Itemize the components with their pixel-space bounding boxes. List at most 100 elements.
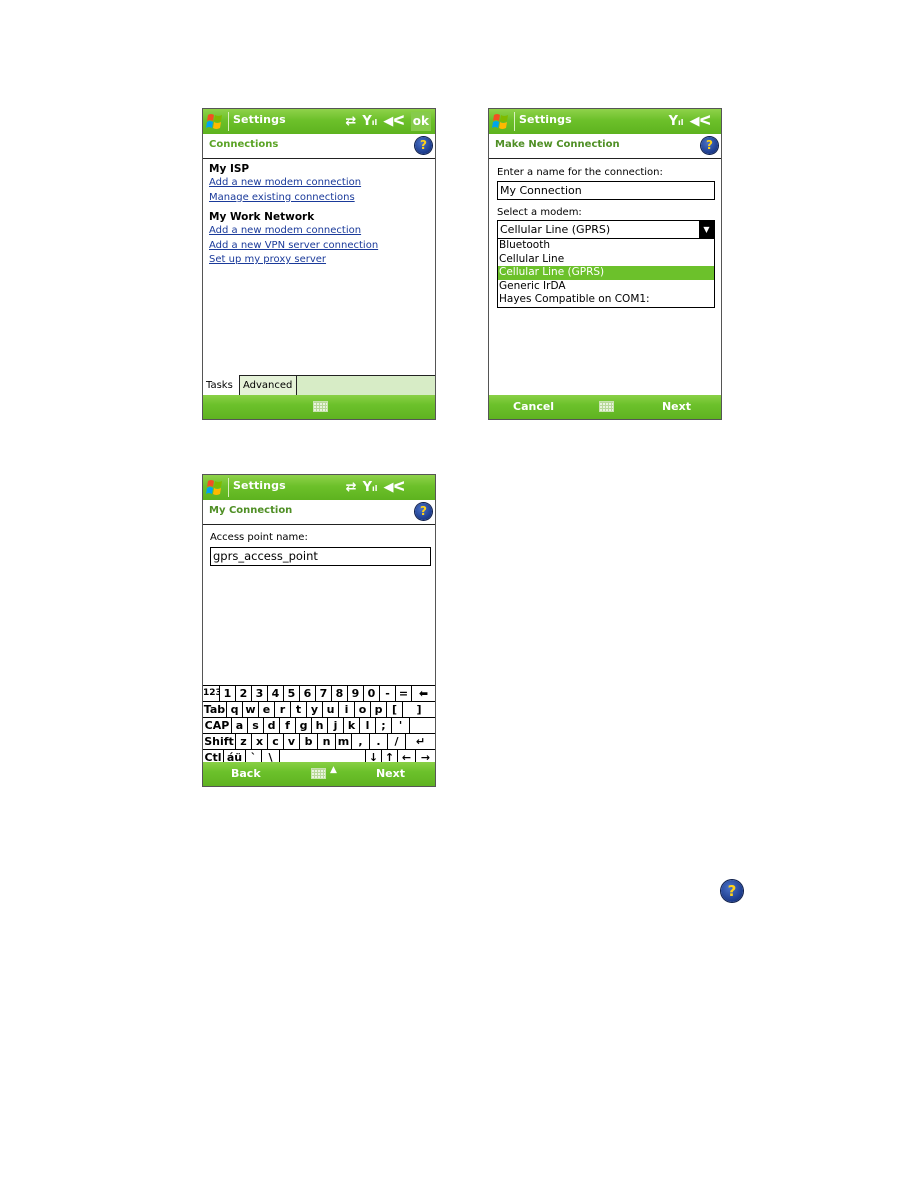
key-u[interactable]: u — [323, 702, 339, 717]
key-2[interactable]: 2 — [236, 686, 252, 701]
key-6[interactable]: 6 — [300, 686, 316, 701]
sync-icon[interactable]: ⇄ — [346, 480, 357, 495]
windows-start-icon[interactable] — [491, 112, 511, 131]
signal-icon[interactable]: Yıl — [363, 480, 378, 495]
tab-advanced[interactable]: Advanced — [239, 375, 297, 396]
help-icon[interactable]: ? — [701, 137, 718, 154]
help-icon: ? — [721, 880, 743, 902]
key-v[interactable]: v — [284, 734, 300, 749]
key-l[interactable]: l — [360, 718, 376, 733]
key-left-bracket[interactable]: [ — [387, 702, 403, 717]
key-blank[interactable] — [410, 718, 435, 733]
keyboard-row-shift: Shift z x c v b n m , . / ↵ — [203, 734, 435, 750]
key-123[interactable]: 123 — [203, 686, 220, 701]
cancel-button[interactable]: Cancel — [513, 400, 554, 413]
key-n[interactable]: n — [318, 734, 336, 749]
key-p[interactable]: p — [371, 702, 387, 717]
help-icon[interactable]: ? — [415, 137, 432, 154]
key-caps[interactable]: CAP — [203, 718, 232, 733]
key-apostrophe[interactable]: ' — [392, 718, 410, 733]
key-i[interactable]: i — [339, 702, 355, 717]
key-w[interactable]: w — [243, 702, 259, 717]
key-t[interactable]: t — [291, 702, 307, 717]
key-shift[interactable]: Shift — [203, 734, 236, 749]
key-tab[interactable]: Tab — [203, 702, 227, 717]
tab-tasks[interactable]: Tasks — [203, 375, 239, 396]
key-0[interactable]: 0 — [364, 686, 380, 701]
link-add-vpn[interactable]: Add a new VPN server connection — [209, 239, 435, 254]
modem-option-hayes-com1[interactable]: Hayes Compatible on COM1: — [498, 293, 714, 307]
modem-option-cellular-line[interactable]: Cellular Line — [498, 253, 714, 267]
key-7[interactable]: 7 — [316, 686, 332, 701]
title-bar: Settings ⇄ Yıl ◀ᐸ — [203, 475, 435, 500]
key-q[interactable]: q — [227, 702, 243, 717]
key-c[interactable]: c — [268, 734, 284, 749]
key-j[interactable]: j — [328, 718, 344, 733]
keyboard-row-numbers: 123 1 2 3 4 5 6 7 8 9 0 - = ⬅ — [203, 686, 435, 702]
key-period[interactable]: . — [370, 734, 388, 749]
volume-icon[interactable]: ◀ᐸ — [689, 114, 711, 129]
key-z[interactable]: z — [236, 734, 252, 749]
volume-icon[interactable]: ◀ᐸ — [383, 114, 405, 129]
windows-start-icon[interactable] — [205, 478, 225, 497]
key-e[interactable]: e — [259, 702, 275, 717]
key-x[interactable]: x — [252, 734, 268, 749]
windows-start-icon[interactable] — [205, 112, 225, 131]
link-add-modem-isp[interactable]: Add a new modem connection — [209, 176, 435, 191]
key-comma[interactable]: , — [352, 734, 370, 749]
sync-icon[interactable]: ⇄ — [345, 114, 356, 129]
link-proxy-server[interactable]: Set up my proxy server — [209, 253, 435, 268]
modem-option-cellular-gprs[interactable]: Cellular Line (GPRS) — [498, 266, 714, 280]
page-title: Connections — [209, 139, 279, 150]
page-title: My Connection — [209, 505, 293, 516]
signal-icon[interactable]: Yıl — [362, 114, 377, 129]
window-title: Settings — [519, 113, 572, 126]
modem-select[interactable]: Cellular Line (GPRS) ▼ — [497, 220, 715, 239]
link-manage-connections[interactable]: Manage existing connections — [209, 191, 435, 206]
link-add-modem-work[interactable]: Add a new modem connection — [209, 224, 435, 239]
key-f[interactable]: f — [280, 718, 296, 733]
next-button[interactable]: Next — [376, 767, 405, 780]
key-b[interactable]: b — [300, 734, 318, 749]
keyboard-icon[interactable] — [311, 768, 326, 779]
key-8[interactable]: 8 — [332, 686, 348, 701]
back-button[interactable]: Back — [231, 767, 261, 780]
signal-icon[interactable]: Yıl — [669, 114, 684, 129]
input-menu-arrow-icon[interactable]: ▲ — [330, 765, 337, 775]
key-3[interactable]: 3 — [252, 686, 268, 701]
modem-option-generic-irda[interactable]: Generic IrDA — [498, 280, 714, 294]
key-semicolon[interactable]: ; — [376, 718, 392, 733]
key-1[interactable]: 1 — [220, 686, 236, 701]
key-equals[interactable]: = — [396, 686, 412, 701]
key-y[interactable]: y — [307, 702, 323, 717]
key-o[interactable]: o — [355, 702, 371, 717]
ok-button[interactable]: ok — [410, 112, 431, 131]
key-d[interactable]: d — [264, 718, 280, 733]
connection-name-input[interactable]: My Connection — [497, 181, 715, 200]
keyboard-icon[interactable] — [313, 401, 328, 412]
key-a[interactable]: a — [232, 718, 248, 733]
key-g[interactable]: g — [296, 718, 312, 733]
key-enter[interactable]: ↵ — [406, 734, 435, 749]
keyboard-icon[interactable] — [599, 401, 614, 412]
modem-option-bluetooth[interactable]: Bluetooth — [498, 239, 714, 253]
dropdown-arrow-icon[interactable]: ▼ — [699, 221, 714, 238]
key-m[interactable]: m — [336, 734, 352, 749]
help-icon[interactable]: ? — [415, 503, 432, 520]
page-header: Connections ? — [203, 134, 435, 159]
key-right-bracket[interactable]: ] — [403, 702, 435, 717]
key-5[interactable]: 5 — [284, 686, 300, 701]
key-h[interactable]: h — [312, 718, 328, 733]
key-4[interactable]: 4 — [268, 686, 284, 701]
key-s[interactable]: s — [248, 718, 264, 733]
apn-input[interactable]: gprs_access_point — [210, 547, 431, 566]
key-backspace[interactable]: ⬅ — [412, 686, 435, 701]
key-minus[interactable]: - — [380, 686, 396, 701]
key-k[interactable]: k — [344, 718, 360, 733]
volume-icon[interactable]: ◀ᐸ — [383, 480, 405, 495]
key-9[interactable]: 9 — [348, 686, 364, 701]
next-button[interactable]: Next — [662, 400, 691, 413]
tab-bar: Tasks Advanced — [203, 375, 435, 397]
key-slash[interactable]: / — [388, 734, 406, 749]
key-r[interactable]: r — [275, 702, 291, 717]
